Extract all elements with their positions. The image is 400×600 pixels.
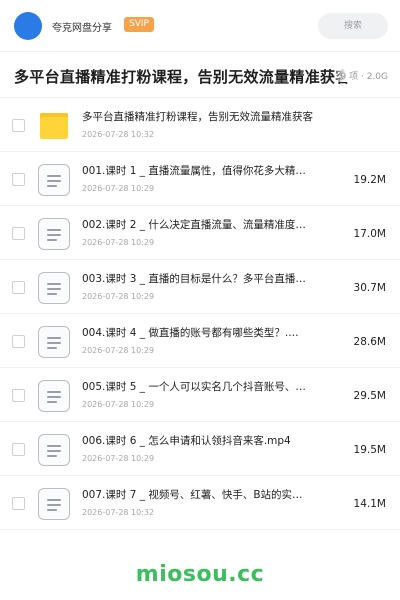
item-checkbox[interactable] bbox=[12, 443, 25, 456]
search-input[interactable]: 搜索 bbox=[318, 13, 388, 39]
item-name: 多平台直播精准打粉课程，告别无效流量精准获客 bbox=[82, 111, 313, 123]
file-icon bbox=[38, 326, 70, 358]
item-checkbox[interactable] bbox=[12, 281, 25, 294]
list-item-folder[interactable]: 多平台直播精准打粉课程，告别无效流量精准获客 2026-07-28 10:32 bbox=[0, 98, 400, 152]
item-name: 007.课时 7 _ 视频号、红薯、快手、B站的实… bbox=[82, 489, 303, 501]
item-name: 003.课时 3 _ 直播的目标是什么？多平台直播… bbox=[82, 273, 306, 285]
item-date: 2026-07-28 10:29 bbox=[82, 238, 155, 247]
list-item[interactable]: 001.课时 1 _ 直播流量属性，值得你花多大精… 2026-07-28 10… bbox=[0, 152, 400, 206]
file-icon bbox=[38, 164, 70, 196]
item-checkbox[interactable] bbox=[12, 389, 25, 402]
item-date: 2026-07-28 10:29 bbox=[82, 346, 155, 355]
item-name: 001.课时 1 _ 直播流量属性，值得你花多大精… bbox=[82, 165, 306, 177]
file-icon bbox=[38, 434, 70, 466]
item-checkbox[interactable] bbox=[12, 119, 25, 132]
list-item[interactable]: 003.课时 3 _ 直播的目标是什么？多平台直播… 2026-07-28 10… bbox=[0, 260, 400, 314]
item-name: 005.课时 5 _ 一个人可以实名几个抖音账号、… bbox=[82, 381, 306, 393]
item-size: 29.5M bbox=[353, 390, 386, 402]
folder-icon bbox=[38, 110, 70, 142]
item-date: 2026-07-28 10:29 bbox=[82, 184, 155, 193]
item-name: 006.课时 6 _ 怎么申请和认领抖音来客.mp4 bbox=[82, 435, 291, 447]
item-checkbox[interactable] bbox=[12, 335, 25, 348]
item-size: 17.0M bbox=[353, 228, 386, 240]
item-checkbox[interactable] bbox=[12, 173, 25, 186]
watermark: miosou.cc bbox=[135, 562, 265, 587]
page-title: 多平台直播精准打粉课程，告别无效流量精准获客 bbox=[14, 68, 351, 86]
list-item[interactable]: 007.课时 7 _ 视频号、红薯、快手、B站的实… 2026-07-28 10… bbox=[0, 476, 400, 530]
list-item[interactable]: 004.课时 4 _ 做直播的账号都有哪些类型？.… 2026-07-28 10… bbox=[0, 314, 400, 368]
item-name: 002.课时 2 _ 什么决定直播流量、流量精准度… bbox=[82, 219, 306, 231]
share-title-bar: 多平台直播精准打粉课程，告别无效流量精准获客 9 项 · 2.0G bbox=[0, 52, 400, 98]
list-item[interactable]: 005.课时 5 _ 一个人可以实名几个抖音账号、… 2026-07-28 10… bbox=[0, 368, 400, 422]
item-date: 2026-07-28 10:29 bbox=[82, 292, 155, 301]
username: 夸克网盘分享 bbox=[52, 23, 112, 34]
item-checkbox[interactable] bbox=[12, 497, 25, 510]
item-checkbox[interactable] bbox=[12, 227, 25, 240]
item-size: 30.7M bbox=[353, 282, 386, 294]
item-size: 19.5M bbox=[353, 444, 386, 456]
list-item[interactable]: 002.课时 2 _ 什么决定直播流量、流量精准度… 2026-07-28 10… bbox=[0, 206, 400, 260]
item-date: 2026-07-28 10:32 bbox=[82, 508, 155, 517]
file-list: 多平台直播精准打粉课程，告别无效流量精准获客 2026-07-28 10:32 … bbox=[0, 98, 400, 530]
item-size: 19.2M bbox=[353, 174, 386, 186]
file-icon bbox=[38, 272, 70, 304]
item-size: 14.1M bbox=[353, 498, 386, 510]
avatar[interactable] bbox=[14, 12, 42, 40]
item-date: 2026-07-28 10:29 bbox=[82, 400, 155, 409]
file-icon bbox=[38, 380, 70, 412]
file-icon bbox=[38, 488, 70, 520]
item-size: 28.6M bbox=[353, 336, 386, 348]
share-meta: 9 项 · 2.0G bbox=[334, 69, 388, 82]
svip-badge: SVIP bbox=[124, 17, 154, 32]
app-header: 夸克网盘分享 SVIP 搜索 bbox=[0, 0, 400, 52]
file-icon bbox=[38, 218, 70, 250]
item-date: 2026-07-28 10:29 bbox=[82, 454, 155, 463]
item-name: 004.课时 4 _ 做直播的账号都有哪些类型？.… bbox=[82, 327, 299, 339]
list-item[interactable]: 006.课时 6 _ 怎么申请和认领抖音来客.mp4 2026-07-28 10… bbox=[0, 422, 400, 476]
item-date: 2026-07-28 10:32 bbox=[82, 130, 155, 139]
